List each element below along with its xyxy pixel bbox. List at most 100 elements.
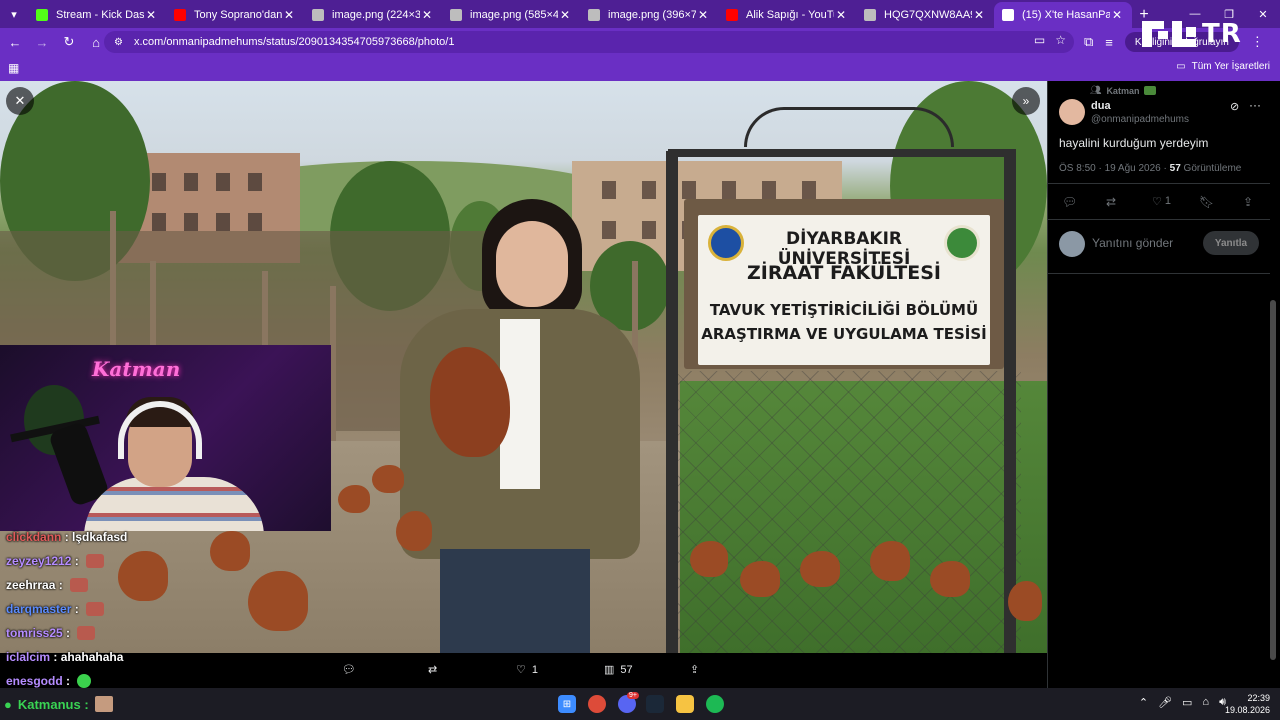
steam-taskbar-icon[interactable] xyxy=(646,695,664,713)
tab-label: image.png (396×704) xyxy=(608,9,696,21)
spotify-taskbar-icon[interactable] xyxy=(706,695,724,713)
cast-icon[interactable]: ▭ xyxy=(1034,33,1045,47)
photo-chicken xyxy=(1008,581,1042,621)
chat-message: zeehrraa : xyxy=(6,576,89,594)
chevron-up-icon[interactable]: ⌃ xyxy=(1139,696,1148,709)
chat-username: zeehrraa xyxy=(6,578,56,592)
photo-chicken xyxy=(210,531,250,571)
close-tab-icon[interactable]: ✕ xyxy=(972,8,986,22)
chat-separator: : xyxy=(55,578,67,592)
reading-list-icon[interactable]: ≡ xyxy=(1105,35,1113,50)
double-chevron-right-icon: » xyxy=(1022,94,1030,108)
browser-tab[interactable]: image.png (585×471)✕ xyxy=(442,2,580,28)
photo-gate-arch xyxy=(744,107,954,147)
chat-separator: : xyxy=(71,554,83,568)
close-tab-icon[interactable]: ✕ xyxy=(420,8,434,22)
streamer-name: Katmanus : xyxy=(17,696,89,712)
sign-line-2: ZİRAAT FAKÜLTESİ xyxy=(747,262,941,284)
reply-button[interactable]: 💬︎ xyxy=(1062,195,1077,209)
browser-tab[interactable]: image.png (224×350)✕ xyxy=(304,2,442,28)
chat-separator: : xyxy=(50,650,61,664)
bookmark-button[interactable]: 🔖︎ xyxy=(1199,195,1214,209)
close-tab-icon[interactable]: ✕ xyxy=(558,8,572,22)
close-tab-icon[interactable]: ✕ xyxy=(1110,8,1124,22)
like-action[interactable]: ♡ 1 xyxy=(516,663,538,677)
like-button[interactable]: ♡ 1 xyxy=(1152,195,1171,208)
tweet-side-panel: 👥︎ Katman dua @onmanipadmehums ⊘ ··· hay… xyxy=(1047,81,1280,688)
apps-grid-icon[interactable]: ▦ xyxy=(8,61,19,75)
tab-search-chevron-icon[interactable]: ▾ xyxy=(0,0,28,28)
close-tab-icon[interactable]: ✕ xyxy=(144,8,158,22)
photo-sign: DİYARBAKIR ÜNİVERSİTESİ ZİRAAT FAKÜLTESİ… xyxy=(698,215,990,365)
chat-text: ahahahaha xyxy=(60,650,124,664)
close-tab-icon[interactable]: ✕ xyxy=(282,8,296,22)
analytics-icon: ▥ xyxy=(604,664,615,676)
close-photo-button[interactable]: ✕ xyxy=(6,87,34,115)
system-clock[interactable]: 22:39 19.08.2026 xyxy=(1225,692,1270,716)
chat-username: zeyzey1212 xyxy=(6,554,72,568)
chat-separator: : xyxy=(62,674,74,688)
browser-tab[interactable]: Alik Sapığı - YouTube✕ xyxy=(718,2,856,28)
display-name[interactable]: dua xyxy=(1091,100,1111,112)
university-emblem-icon xyxy=(708,225,744,261)
chat-username: clickdann xyxy=(6,530,62,544)
share-button[interactable]: ⇪ xyxy=(1243,195,1253,209)
browser-tab[interactable]: Stream - Kick Dashboard✕ xyxy=(28,2,166,28)
reply-submit-button[interactable]: Yanıtla xyxy=(1203,231,1259,255)
expand-panel-button[interactable]: » xyxy=(1012,87,1040,115)
repost-button[interactable]: ⇄ xyxy=(1106,195,1116,209)
close-tab-icon[interactable]: ✕ xyxy=(834,8,848,22)
chrome-taskbar-icon[interactable] xyxy=(588,695,606,713)
x-icon xyxy=(1002,9,1014,21)
back-button[interactable]: ← xyxy=(3,30,27,54)
address-bar[interactable]: ⚙ x.com/onmanipadmehums/status/209013435… xyxy=(104,31,1074,53)
badge-icon xyxy=(1144,86,1157,95)
browser-tab[interactable]: (15) X'te HasanPasa: "bug✕ xyxy=(994,2,1132,28)
browser-tab[interactable]: Tony Soprano'dan hesap✕ xyxy=(166,2,304,28)
notification-badge: 9+ xyxy=(627,692,639,699)
close-icon: ✕ xyxy=(14,93,26,108)
more-options-icon[interactable]: ··· xyxy=(1249,98,1261,112)
network-icon[interactable]: ⌂ xyxy=(1202,696,1209,709)
tweet-timestamp[interactable]: ÖS 8:50 · 19 Ağu 2026 · xyxy=(1059,163,1170,174)
photo-action-bar: 💬︎ ⇄ ♡ 1 ▥ 57 ⇪ xyxy=(0,653,1047,688)
avatar[interactable] xyxy=(1059,99,1085,125)
browser-tab[interactable]: HQG7QXNW8AA9KYh.jpg✕ xyxy=(856,2,994,28)
views-action[interactable]: ▥ 57 xyxy=(604,663,633,677)
mic-icon[interactable]: 🎤︎ xyxy=(1158,696,1172,709)
chat-separator: : xyxy=(61,530,73,544)
close-tab-icon[interactable]: ✕ xyxy=(696,8,710,22)
social-context: 👥︎ Katman xyxy=(1090,85,1157,96)
display-icon[interactable]: ▭ xyxy=(1182,696,1192,709)
photo-chicken xyxy=(690,541,728,577)
photo-chicken xyxy=(118,551,168,601)
scrollbar[interactable] xyxy=(1270,300,1276,660)
browser-tab[interactable]: image.png (396×704)✕ xyxy=(580,2,718,28)
site-info-icon[interactable]: ⚙ xyxy=(114,37,126,48)
stream-watermark-logo: TR xyxy=(1142,18,1254,50)
bookmark-star-icon[interactable]: ☆ xyxy=(1055,33,1066,47)
chat-emote xyxy=(86,602,105,616)
chat-separator: : xyxy=(71,602,83,616)
all-bookmarks-label: Tüm Yer İşaretleri xyxy=(1191,61,1270,72)
grok-icon[interactable]: ⊘ xyxy=(1230,100,1239,113)
reply-action[interactable]: 💬︎ xyxy=(342,663,356,676)
share-action[interactable]: ⇪ xyxy=(690,663,699,676)
my-avatar xyxy=(1059,231,1085,257)
streamer-name-overlay: ● Katmanus : xyxy=(4,696,113,712)
reply-input[interactable]: Yanıtını gönder xyxy=(1092,236,1173,250)
user-handle[interactable]: @onmanipadmehums xyxy=(1091,114,1189,125)
url-text: x.com/onmanipadmehums/status/20901343547… xyxy=(134,36,455,48)
windows-start-icon[interactable]: ⊞ xyxy=(558,695,576,713)
faculty-emblem-icon xyxy=(944,225,980,261)
chat-emote xyxy=(70,578,89,592)
photo-chicken xyxy=(870,541,910,581)
forward-button[interactable]: → xyxy=(30,30,54,54)
repost-action[interactable]: ⇄ xyxy=(428,663,437,676)
chat-username: darqmaster xyxy=(6,602,72,616)
reload-button[interactable]: ↻ xyxy=(57,30,81,54)
extensions-icon[interactable]: ⧉ xyxy=(1084,34,1093,50)
chat-message: iclalcim : ahahahaha xyxy=(6,648,123,666)
all-bookmarks-button[interactable]: ▭ Tüm Yer İşaretleri xyxy=(1176,61,1270,72)
file-explorer-taskbar-icon[interactable] xyxy=(676,695,694,713)
